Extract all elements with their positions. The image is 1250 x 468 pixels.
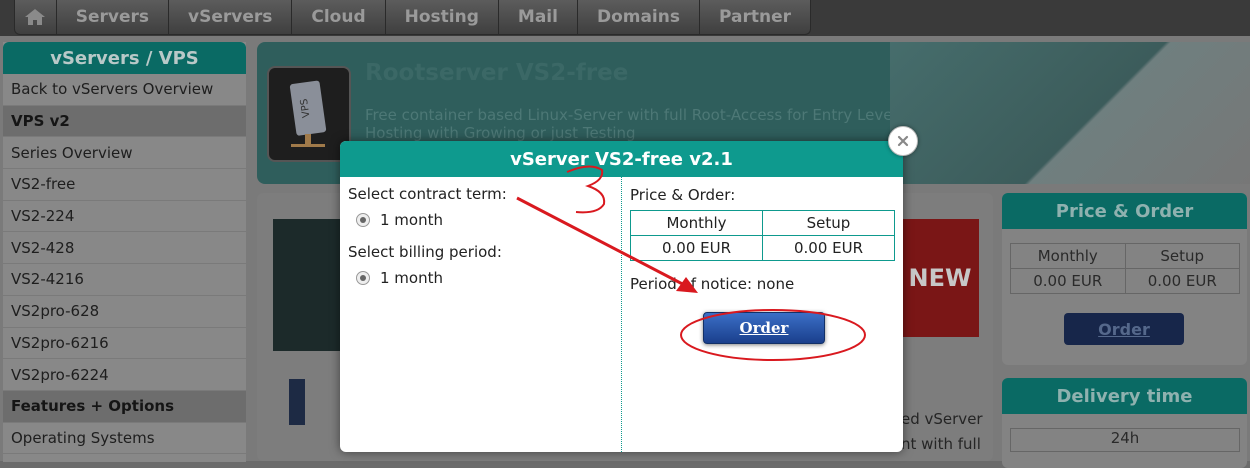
price-order-title: Price & Order bbox=[1002, 193, 1247, 229]
sidebar-title: vServers / VPS bbox=[3, 42, 246, 74]
vps-product-image: VPS bbox=[267, 66, 351, 162]
datacenter-image bbox=[890, 42, 1250, 184]
delivery-title: Delivery time bbox=[1002, 378, 1247, 414]
setup-price: 0.00 EUR bbox=[762, 235, 895, 261]
dialog-price: Price & Order: Monthly Setup 0.00 EUR 0.… bbox=[621, 177, 903, 452]
nav-item-mail[interactable]: Mail bbox=[499, 0, 578, 34]
dialog-price-table: Monthly Setup 0.00 EUR 0.00 EUR bbox=[630, 210, 895, 261]
sidebar-item[interactable]: VS2pro-6224 bbox=[3, 359, 246, 391]
dialog-title: vServer VS2-free v2.1 bbox=[340, 141, 903, 177]
sidebar-item[interactable]: VS2-4216 bbox=[3, 264, 246, 296]
sidebar-category: Features + Options bbox=[3, 390, 246, 423]
sidebar-item[interactable]: VS2-free bbox=[3, 169, 246, 201]
dialog-order-button[interactable]: Order bbox=[703, 312, 825, 344]
order-dialog: vServer VS2-free v2.1 Select contract te… bbox=[340, 141, 903, 452]
contract-term-option[interactable]: 1 month bbox=[356, 211, 443, 229]
billing-period-value: 1 month bbox=[380, 269, 443, 287]
contract-term-label: Select contract term: bbox=[348, 185, 507, 203]
delivery-value: 24h bbox=[1010, 428, 1240, 452]
billing-period-option[interactable]: 1 month bbox=[356, 269, 443, 287]
monthly-price: 0.00 EUR bbox=[630, 235, 763, 261]
description-line: nt with full bbox=[901, 435, 981, 453]
home-icon[interactable] bbox=[15, 0, 57, 34]
nav-item-hosting[interactable]: Hosting bbox=[386, 0, 499, 34]
sidebar-item[interactable]: VS2-224 bbox=[3, 201, 246, 233]
notice-period: Period of notice: none bbox=[630, 275, 795, 293]
sidebar-item[interactable]: Series Overview bbox=[3, 137, 246, 170]
price-order-panel: Price & Order Monthly Setup 0.00 EUR 0.0… bbox=[1002, 193, 1247, 365]
dialog-options: Select contract term: 1 month Select bil… bbox=[340, 177, 621, 452]
product-description: ed vServer nt with full bbox=[901, 407, 983, 457]
radio-button[interactable] bbox=[356, 271, 370, 285]
contract-term-value: 1 month bbox=[380, 211, 443, 229]
sidebar-category: VPS v2 bbox=[3, 105, 246, 138]
col-monthly: Monthly bbox=[630, 210, 763, 236]
order-button[interactable]: Order bbox=[1064, 313, 1184, 345]
product-subtitle: Free container based Linux-Server with f… bbox=[365, 106, 897, 142]
nav-item-vservers[interactable]: vServers bbox=[169, 0, 293, 34]
description-line: ed vServer bbox=[901, 410, 983, 428]
monthly-price: 0.00 EUR bbox=[1010, 268, 1126, 294]
sidebar-item[interactable]: VS2pro-628 bbox=[3, 296, 246, 328]
nav-bar: Servers vServers Cloud Hosting Mail Doma… bbox=[14, 0, 811, 35]
sidebar-item[interactable]: Operating Systems bbox=[3, 423, 246, 455]
col-setup: Setup bbox=[1124, 243, 1240, 269]
nav-item-partner[interactable]: Partner bbox=[700, 0, 810, 34]
billing-period-label: Select billing period: bbox=[348, 243, 502, 261]
product-title: Rootserver VS2-free bbox=[365, 60, 629, 86]
price-order-label: Price & Order: bbox=[630, 186, 736, 204]
sidebar: vServers / VPS Back to vServers Overview… bbox=[3, 42, 246, 462]
delivery-panel: Delivery time 24h bbox=[1002, 378, 1247, 468]
nav-item-domains[interactable]: Domains bbox=[578, 0, 700, 34]
top-navigation: Servers vServers Cloud Hosting Mail Doma… bbox=[0, 0, 1250, 37]
col-monthly: Monthly bbox=[1010, 243, 1126, 269]
new-badge: NEW bbox=[901, 219, 979, 337]
sidebar-item[interactable]: Back to vServers Overview bbox=[3, 74, 246, 106]
setup-price: 0.00 EUR bbox=[1124, 268, 1240, 294]
sidebar-item[interactable]: VS2-428 bbox=[3, 232, 246, 265]
nav-item-cloud[interactable]: Cloud bbox=[292, 0, 386, 34]
price-table: Monthly Setup 0.00 EUR 0.00 EUR bbox=[1010, 243, 1240, 294]
radio-button[interactable] bbox=[356, 213, 370, 227]
server-icon bbox=[289, 379, 305, 425]
sidebar-list: Back to vServers Overview VPS v2 Series Ov… bbox=[3, 74, 246, 455]
close-icon[interactable] bbox=[888, 126, 918, 156]
sidebar-item[interactable]: VS2pro-6216 bbox=[3, 328, 246, 360]
nav-item-servers[interactable]: Servers bbox=[57, 0, 170, 34]
col-setup: Setup bbox=[762, 210, 895, 236]
